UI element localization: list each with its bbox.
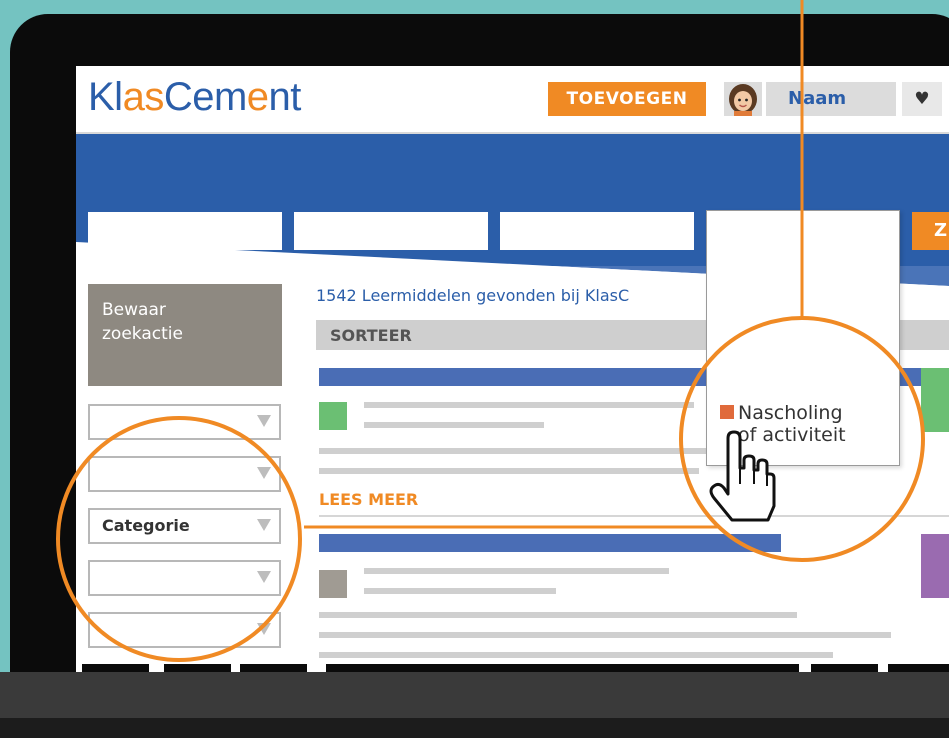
laptop-base (0, 672, 949, 718)
footer-block (811, 664, 878, 672)
results-count: 1542 Leermiddelen gevonden bij KlasC (316, 286, 630, 305)
heart-icon: ♥ (914, 89, 930, 109)
footer-block (82, 664, 149, 672)
result-text-line (319, 468, 699, 474)
search-filter-1[interactable] (88, 212, 282, 250)
favorites-button[interactable]: ♥ (902, 82, 942, 116)
sidebar-filter-4[interactable] (88, 560, 281, 596)
dropdown-arrow-icon (257, 415, 271, 427)
sidebar-filter-2[interactable] (88, 456, 281, 492)
footer-block (240, 664, 307, 672)
search-button[interactable]: Z (912, 212, 949, 250)
result-text-line (319, 612, 797, 618)
category-label: Categorie (102, 516, 190, 535)
result-text-line (319, 632, 891, 638)
user-avatar[interactable] (724, 82, 762, 116)
search-filter-2[interactable] (294, 212, 488, 250)
sidebar-filter-5[interactable] (88, 612, 281, 648)
dropdown-arrow-icon (257, 519, 271, 531)
sidebar-filter-category[interactable]: Categorie (88, 508, 281, 544)
option-label-line1: Nascholing (738, 402, 843, 424)
result-thumbnail-1[interactable] (319, 402, 347, 430)
add-button[interactable]: TOEVOEGEN (548, 82, 706, 116)
dropdown-arrow-icon (257, 571, 271, 583)
sidebar-filter-1[interactable] (88, 404, 281, 440)
dropdown-arrow-icon (257, 623, 271, 635)
category-color-swatch (720, 405, 734, 419)
footer-block (164, 664, 231, 672)
dropdown-arrow-icon (257, 467, 271, 479)
search-filter-3[interactable] (500, 212, 694, 250)
footer-block (888, 664, 949, 672)
result-thumbnail-2[interactable] (319, 570, 347, 598)
sort-label[interactable]: SORTEER (330, 326, 412, 345)
result-text-line (364, 568, 669, 574)
result-text-line (319, 448, 719, 454)
result-text-line (319, 652, 833, 658)
klascement-logo[interactable]: KlasCement (88, 72, 301, 122)
save-search-label-line1: Bewaar (102, 300, 166, 320)
save-search-button[interactable]: Bewaar zoekactie (88, 284, 282, 386)
result-text-line (364, 422, 544, 428)
result-divider (319, 515, 949, 517)
result-side-thumbnail-1[interactable] (921, 368, 949, 432)
laptop-base-edge (0, 718, 949, 738)
option-label-line2: of activiteit (738, 424, 846, 446)
result-text-line (364, 402, 694, 408)
result-text-line (364, 588, 556, 594)
read-more-link[interactable]: LEES MEER (319, 490, 418, 509)
result-title-bar-2[interactable] (319, 534, 781, 552)
user-name-button[interactable]: Naam (766, 82, 896, 116)
footer-block (326, 664, 799, 672)
result-side-thumbnail-2[interactable] (921, 534, 949, 598)
save-search-label-line2: zoekactie (102, 324, 183, 344)
